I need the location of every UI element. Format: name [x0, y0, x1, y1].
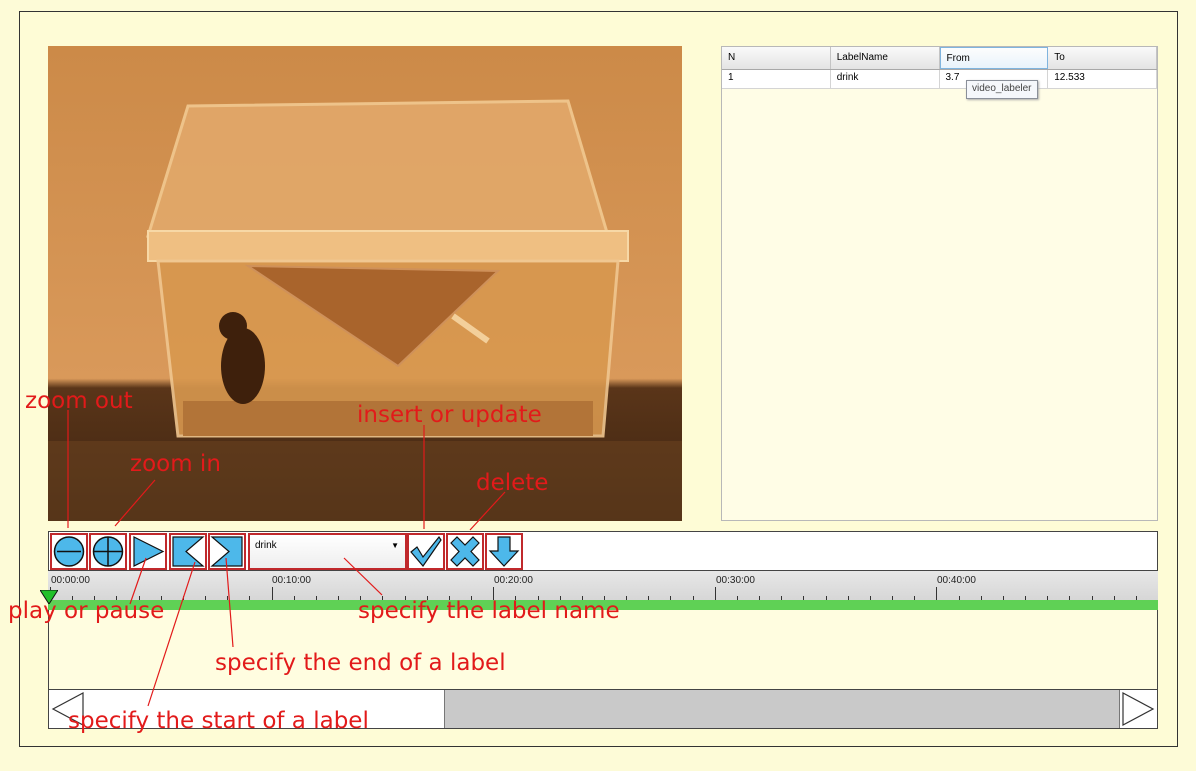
- labels-table[interactable]: N LabelName From To 1 drink 3.7 12.533 v…: [721, 46, 1158, 521]
- annotation-delete: delete: [476, 470, 549, 496]
- annotation-start-label: specify the start of a label: [68, 708, 369, 734]
- set-end-icon: [210, 536, 243, 567]
- label-name-select[interactable]: drink ▼: [248, 533, 407, 570]
- table-row[interactable]: 1 drink 3.7 12.533: [722, 70, 1157, 89]
- cell-labelname[interactable]: drink: [831, 70, 940, 88]
- set-start-icon: [172, 536, 205, 567]
- label-select-value: drink: [255, 540, 277, 551]
- column-header-n[interactable]: N: [722, 47, 831, 69]
- down-arrow-icon: [488, 536, 520, 567]
- ruler-ticks: [50, 587, 1137, 601]
- column-header-from[interactable]: From: [939, 47, 1049, 69]
- table-header: N LabelName From To: [722, 47, 1157, 70]
- toolbar: drink ▼: [48, 531, 1158, 571]
- zoom-in-button[interactable]: [89, 533, 127, 570]
- timeline-ruler[interactable]: 00:00:00 00:10:00 00:20:00 00:30:00 00:4…: [48, 571, 1158, 601]
- video-image: [48, 46, 682, 521]
- zoom-in-icon: [92, 536, 124, 567]
- annotation-label-name: specify the label name: [358, 598, 620, 624]
- set-start-button[interactable]: [169, 533, 207, 570]
- cell-n[interactable]: 1: [722, 70, 831, 88]
- zoom-out-button[interactable]: [50, 533, 88, 570]
- annotation-zoom-in: zoom in: [130, 451, 221, 477]
- delete-x-icon: [450, 536, 480, 567]
- video-frame[interactable]: [48, 46, 682, 521]
- delete-button[interactable]: [446, 533, 484, 570]
- annotation-play-pause: play or pause: [8, 598, 165, 624]
- move-down-button[interactable]: [485, 533, 523, 570]
- tooltip: video_labeler: [966, 80, 1038, 99]
- scroll-right-icon[interactable]: [1119, 690, 1157, 728]
- column-header-to[interactable]: To: [1048, 47, 1157, 69]
- set-end-button[interactable]: [208, 533, 246, 570]
- cell-to[interactable]: 12.533: [1048, 70, 1157, 88]
- insert-update-button[interactable]: [407, 533, 445, 570]
- play-icon: [133, 536, 165, 567]
- chevron-down-icon[interactable]: ▼: [391, 541, 399, 550]
- zoom-out-icon: [53, 536, 85, 567]
- column-header-labelname[interactable]: LabelName: [831, 47, 940, 69]
- annotation-zoom-out: zoom out: [25, 388, 133, 414]
- annotation-insert-update: insert or update: [357, 402, 542, 428]
- checkmark-icon: [410, 535, 442, 567]
- scroll-thumb[interactable]: [444, 690, 1120, 728]
- play-pause-button[interactable]: [129, 533, 167, 570]
- annotation-end-label: specify the end of a label: [215, 650, 506, 676]
